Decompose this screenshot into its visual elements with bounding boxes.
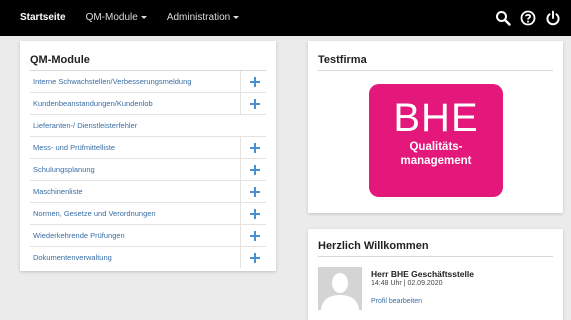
logo-wordmark: BHE (393, 96, 479, 140)
login-timestamp: 14:48 Uhr | 02.09.2020 (371, 280, 443, 287)
chevron-down-icon (233, 15, 240, 19)
qm-module-row: Interne Schwachstellen/Verbesserungsmeld… (30, 71, 266, 93)
qm-module-row: Kundenbeanstandungen/Kundenlob (30, 93, 266, 115)
edit-profile-link[interactable]: Profil bearbeiten (371, 298, 422, 305)
welcome-title: Herzlich Willkommen (318, 229, 553, 257)
nav-qm-modules-label: QM-Module (85, 12, 138, 23)
plus-icon[interactable] (240, 181, 266, 202)
plus-icon[interactable] (240, 71, 266, 92)
nav-administration-label: Administration (166, 12, 231, 23)
qm-module-link[interactable]: Schulungsplanung (30, 165, 95, 174)
qm-module-row: Dokumentenverwaltung (30, 247, 266, 268)
bhe-logo: BHE Qualitäts- management (369, 84, 503, 197)
qm-module-link[interactable]: Normen, Gesetze und Verordnungen (30, 209, 156, 218)
user-silhouette-icon (318, 267, 362, 310)
nav-administration[interactable]: Administration (157, 0, 249, 36)
qm-module-row: Maschinenliste (30, 181, 266, 203)
plus-icon[interactable] (240, 225, 266, 246)
chevron-down-icon (140, 15, 147, 19)
qm-module-row: Lieferanten-/ Dienstleisterfehler (30, 115, 266, 137)
qm-module-link[interactable]: Kundenbeanstandungen/Kundenlob (30, 99, 153, 108)
logo-line-1: Qualitäts- (409, 141, 463, 153)
user-name: Herr BHE Geschäftsstelle (371, 269, 474, 279)
qm-modules-panel: QM-Module Interne Schwachstellen/Verbess… (20, 41, 276, 271)
plus-icon[interactable] (240, 159, 266, 180)
qm-module-row: Schulungsplanung (30, 159, 266, 181)
logo-line-2: management (400, 155, 472, 167)
plus-icon[interactable] (240, 247, 266, 268)
qm-module-link[interactable]: Lieferanten-/ Dienstleisterfehler (30, 121, 137, 130)
welcome-panel: Herzlich Willkommen Herr BHE Geschäftsst… (308, 229, 563, 320)
company-title: Testfirma (318, 41, 553, 71)
nav-qm-modules[interactable]: QM-Module (76, 0, 157, 36)
company-panel: Testfirma BHE Qualitäts- management (308, 41, 563, 213)
plus-icon[interactable] (240, 137, 266, 158)
plus-icon[interactable] (240, 203, 266, 224)
qm-module-link[interactable]: Maschinenliste (30, 187, 83, 196)
qm-module-row: Mess- und Prüfmittelliste (30, 137, 266, 159)
qm-module-link[interactable]: Interne Schwachstellen/Verbesserungsmeld… (30, 77, 191, 86)
qm-module-row: Wiederkehrende Prüfungen (30, 225, 266, 247)
qm-module-link[interactable]: Wiederkehrende Prüfungen (30, 231, 125, 240)
qm-panel-title: QM-Module (30, 41, 266, 71)
search-icon[interactable] (495, 10, 511, 26)
nav-home[interactable]: Startseite (20, 0, 76, 36)
qm-module-link[interactable]: Mess- und Prüfmittelliste (30, 143, 115, 152)
help-icon[interactable] (520, 10, 536, 26)
qm-module-link[interactable]: Dokumentenverwaltung (30, 253, 112, 262)
top-navbar: Startseite QM-Module Administration (0, 0, 571, 36)
nav-icon-group (486, 0, 561, 36)
plus-icon[interactable] (240, 93, 266, 114)
qm-module-list: Interne Schwachstellen/Verbesserungsmeld… (30, 71, 266, 268)
power-icon[interactable] (545, 10, 561, 26)
avatar (318, 267, 362, 310)
qm-module-row: Normen, Gesetze und Verordnungen (30, 203, 266, 225)
